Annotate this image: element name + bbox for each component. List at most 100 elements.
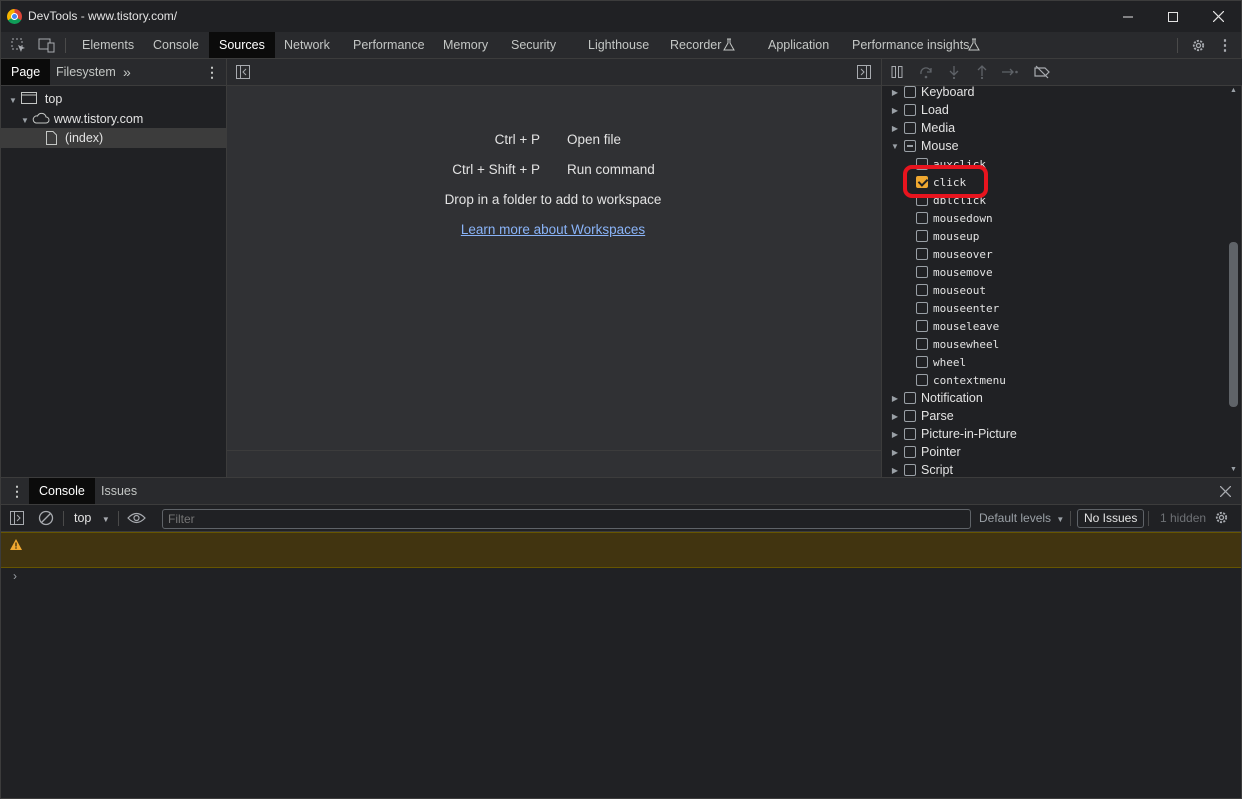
close-drawer-button[interactable] (1217, 478, 1233, 504)
event-breakpoint-mouseout[interactable]: mouseout (916, 281, 1228, 299)
gear-icon[interactable] (1214, 510, 1229, 525)
console-sidebar-icon[interactable] (10, 511, 24, 525)
event-breakpoint-mouseenter[interactable]: mouseenter (916, 299, 1228, 317)
category-checkbox[interactable] (904, 140, 916, 152)
clear-console-icon[interactable] (38, 510, 54, 526)
event-checkbox[interactable] (916, 284, 928, 296)
event-checkbox[interactable] (916, 212, 928, 224)
maximize-button[interactable] (1150, 1, 1196, 32)
category-checkbox[interactable] (904, 446, 916, 458)
log-levels-dropdown[interactable]: Default levels ▼ (979, 511, 1064, 525)
event-breakpoint-contextmenu[interactable]: contextmenu (916, 371, 1228, 389)
expand-arrow-icon[interactable]: ▶ (886, 106, 904, 115)
dropdown-arrow-icon: ▼ (101, 515, 110, 524)
tab-performance[interactable]: Performance (353, 32, 425, 58)
step-icon[interactable] (1001, 66, 1019, 78)
breakpoint-category[interactable]: ▶ Media (886, 119, 1226, 137)
breakpoints-scrollbar[interactable]: ▲ ▼ (1228, 87, 1238, 473)
context-selector[interactable]: top ▼ (74, 511, 110, 525)
event-breakpoint-mouseleave[interactable]: mouseleave (916, 317, 1228, 335)
event-checkbox[interactable] (916, 248, 928, 260)
issues-button[interactable]: No Issues (1077, 509, 1145, 528)
expand-arrow-icon[interactable]: ▶ (886, 466, 904, 475)
tree-item-index[interactable]: (index) (1, 128, 226, 148)
toggle-navigator-icon[interactable] (236, 65, 250, 79)
expand-arrow-icon[interactable]: ▶ (886, 394, 904, 403)
close-window-button[interactable] (1195, 1, 1241, 32)
collapse-arrow-icon[interactable]: ▼ (886, 142, 904, 151)
tree-item-top[interactable]: ▼ top (9, 92, 62, 106)
event-breakpoint-mousedown[interactable]: mousedown (916, 209, 1228, 227)
inspect-element-button[interactable] (9, 32, 27, 58)
tab-security[interactable]: Security (511, 32, 556, 58)
tab-lighthouse[interactable]: Lighthouse (588, 32, 649, 58)
deactivate-breakpoints-icon[interactable] (1033, 65, 1051, 79)
event-checkbox[interactable] (916, 338, 928, 350)
pause-icon[interactable] (891, 66, 903, 78)
tab-network[interactable]: Network (284, 32, 330, 58)
event-breakpoint-wheel[interactable]: wheel (916, 353, 1228, 371)
expand-arrow-icon[interactable]: ▶ (886, 88, 904, 97)
breakpoint-category[interactable]: ▶ Script (886, 461, 1226, 477)
settings-button[interactable] (1188, 32, 1208, 58)
close-icon (1219, 485, 1231, 497)
learn-workspaces-link[interactable]: Learn more about Workspaces (227, 222, 879, 237)
tab-memory[interactable]: Memory (443, 32, 488, 58)
step-into-icon[interactable] (947, 65, 961, 79)
event-breakpoint-mouseover[interactable]: mouseover (916, 245, 1228, 263)
step-out-icon[interactable] (975, 65, 989, 79)
scrollbar-thumb[interactable] (1229, 242, 1238, 407)
event-breakpoint-mousemove[interactable]: mousemove (916, 263, 1228, 281)
console-filter-input[interactable] (162, 509, 971, 529)
tab-sources[interactable]: Sources (209, 32, 275, 58)
tab-recorder[interactable]: Recorder (670, 32, 721, 58)
event-breakpoint-mousewheel[interactable]: mousewheel (916, 335, 1228, 353)
drawer-menu-button[interactable]: ⋮ (10, 478, 24, 504)
event-checkbox[interactable] (916, 374, 928, 386)
expand-arrow-icon[interactable]: ▶ (886, 124, 904, 133)
event-checkbox[interactable] (916, 230, 928, 242)
drawer-tab-issues[interactable]: Issues (101, 478, 137, 504)
breakpoint-category[interactable]: ▶ Load (886, 101, 1226, 119)
tree-item-domain[interactable]: ▼ www.tistory.com (21, 112, 143, 126)
tab-application[interactable]: Application (768, 32, 829, 58)
tab-performance-insights[interactable]: Performance insights (852, 32, 969, 58)
category-checkbox[interactable] (904, 392, 916, 404)
shortcut-label: Run command (567, 162, 655, 177)
eye-icon[interactable] (127, 512, 146, 524)
toggle-debugger-icon[interactable] (857, 65, 871, 79)
breakpoint-category[interactable]: ▶ Keyboard (886, 86, 1226, 101)
tab-page[interactable]: Page (1, 59, 51, 85)
category-checkbox[interactable] (904, 410, 916, 422)
category-checkbox[interactable] (904, 464, 916, 476)
breakpoint-category[interactable]: ▼ Mouse (886, 137, 1226, 155)
category-checkbox[interactable] (904, 86, 916, 98)
event-checkbox[interactable] (916, 320, 928, 332)
category-checkbox[interactable] (904, 428, 916, 440)
breakpoint-category[interactable]: ▶ Notification (886, 389, 1226, 407)
expand-arrow-icon[interactable]: ▶ (886, 448, 904, 457)
breakpoint-category[interactable]: ▶ Pointer (886, 443, 1226, 461)
breakpoint-category[interactable]: ▶ Parse (886, 407, 1226, 425)
tab-console[interactable]: Console (153, 32, 199, 58)
minimize-button[interactable] (1105, 1, 1151, 32)
category-checkbox[interactable] (904, 104, 916, 116)
navigator-menu-button[interactable]: ⋮ (205, 59, 219, 85)
event-checkbox[interactable] (916, 266, 928, 278)
more-tabs-chevron-icon[interactable]: » (123, 59, 131, 85)
step-over-icon[interactable] (919, 65, 933, 79)
tab-filesystem[interactable]: Filesystem (56, 59, 116, 85)
tab-elements[interactable]: Elements (82, 32, 134, 58)
expand-arrow-icon[interactable]: ▶ (886, 430, 904, 439)
event-checkbox[interactable] (916, 302, 928, 314)
expand-arrow-icon: ▼ (21, 116, 29, 125)
drawer-tab-console[interactable]: Console (29, 478, 95, 504)
breakpoint-category[interactable]: ▶ Picture-in-Picture (886, 425, 1226, 443)
expand-arrow-icon[interactable]: ▶ (886, 412, 904, 421)
event-checkbox[interactable] (916, 356, 928, 368)
event-breakpoint-mouseup[interactable]: mouseup (916, 227, 1228, 245)
more-menu-button[interactable]: ⋮ (1217, 32, 1233, 58)
console-prompt-chevron-icon[interactable]: › (13, 569, 17, 583)
category-checkbox[interactable] (904, 122, 916, 134)
device-toolbar-button[interactable] (36, 32, 56, 58)
